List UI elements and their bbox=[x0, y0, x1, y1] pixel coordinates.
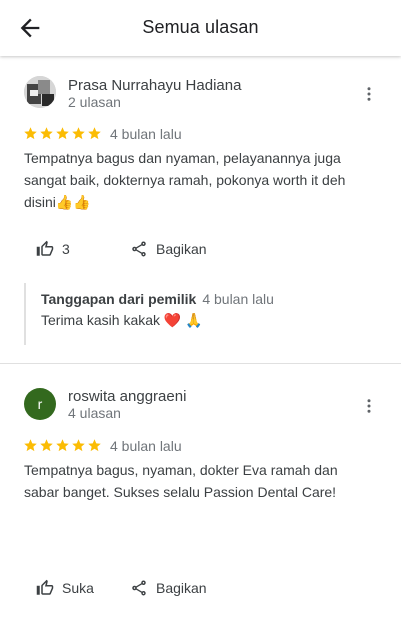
star-icon bbox=[24, 127, 37, 140]
star-icon bbox=[88, 127, 101, 140]
reviewer-review-count: 4 ulasan bbox=[68, 405, 121, 421]
page-title: Semua ulasan bbox=[142, 17, 259, 37]
more-vert-icon bbox=[367, 87, 371, 101]
review-date: 4 bulan lalu bbox=[110, 126, 182, 142]
owner-reply-label: Tanggapan dari pemilik bbox=[41, 291, 197, 307]
reviewer-avatar[interactable] bbox=[24, 76, 56, 108]
review-text: Tempatnya bagus dan nyaman, pelayanannya… bbox=[24, 150, 346, 210]
share-icon bbox=[132, 580, 146, 596]
thumb-up-icon bbox=[36, 579, 54, 595]
like-label: Suka bbox=[62, 580, 94, 596]
avatar-photo-image bbox=[24, 76, 56, 108]
star-icon bbox=[24, 439, 37, 452]
review-text: Tempatnya bagus, nyaman, dokter Eva rama… bbox=[24, 462, 338, 500]
star-icon bbox=[56, 439, 69, 452]
top-app-bar: Semua ulasan bbox=[0, 0, 401, 56]
star-icon bbox=[72, 439, 85, 452]
owner-reply-date: 4 bulan lalu bbox=[202, 291, 274, 307]
star-icon bbox=[40, 439, 53, 452]
review-date: 4 bulan lalu bbox=[110, 438, 182, 454]
owner-reply: Tanggapan dari pemilik 4 bulan lalu Terim… bbox=[24, 283, 391, 345]
reviewer-review-count: 2 ulasan bbox=[68, 94, 121, 110]
share-label: Bagikan bbox=[156, 580, 207, 596]
share-button[interactable]: Bagikan bbox=[130, 577, 207, 599]
share-button[interactable]: Bagikan bbox=[130, 238, 207, 260]
star-rating bbox=[23, 438, 103, 454]
share-label: Bagikan bbox=[156, 241, 207, 257]
like-count: 3 bbox=[62, 241, 70, 257]
star-icon bbox=[56, 127, 69, 140]
review-divider bbox=[0, 363, 401, 364]
star-icon bbox=[40, 127, 53, 140]
owner-reply-text: Terima kasih kakak ❤️ 🙏 bbox=[41, 312, 203, 328]
star-icon bbox=[72, 127, 85, 140]
star-rating bbox=[23, 126, 103, 142]
share-icon bbox=[132, 241, 146, 257]
more-options-button[interactable] bbox=[360, 397, 378, 415]
reviewer-name[interactable]: roswita anggraeni bbox=[68, 388, 186, 405]
star-icon bbox=[88, 439, 101, 452]
more-options-button[interactable] bbox=[360, 85, 378, 103]
reviewer-avatar[interactable]: r bbox=[24, 388, 56, 420]
thumb-up-icon bbox=[36, 240, 54, 256]
more-vert-icon bbox=[367, 399, 371, 413]
like-button[interactable]: Suka bbox=[36, 577, 94, 599]
like-button[interactable]: 3 bbox=[36, 238, 70, 260]
reviewer-name[interactable]: Prasa Nurrahayu Hadiana bbox=[68, 77, 241, 94]
